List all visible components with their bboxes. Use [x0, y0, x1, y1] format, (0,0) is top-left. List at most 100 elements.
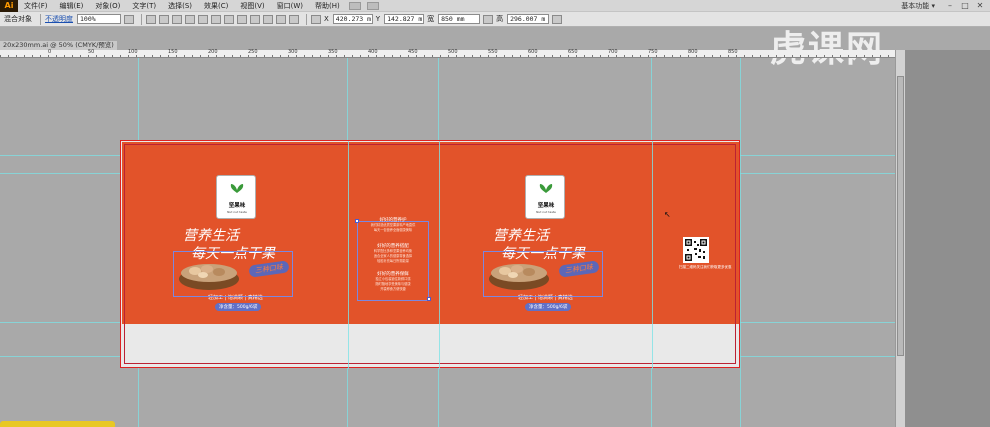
info-line: 轻松补充每日所需能量: [377, 259, 409, 263]
guide-vertical[interactable]: [740, 58, 741, 427]
ruler-label: 500: [448, 49, 458, 55]
bridge-icon[interactable]: [348, 1, 361, 10]
transform-icon[interactable]: [552, 14, 563, 24]
pasteboard-right: [905, 50, 990, 427]
brand-logo[interactable]: 坚果味 Nut nut taste: [525, 175, 565, 219]
scrollbar-thumb[interactable]: [897, 76, 904, 356]
net-weight-tag[interactable]: 净含量：500g/6袋: [525, 303, 572, 311]
ruler-label: 850: [728, 49, 738, 55]
menu-effect[interactable]: 效果(C): [198, 0, 234, 12]
info-block-3[interactable]: 好好的营养保鲜 独立小包装锁住新鲜口感 随时随地享受美味与健康 开袋即食方便快捷: [357, 267, 429, 292]
horizontal-ruler[interactable]: 0 50 100 150 200 250 300 350 400 450 500…: [0, 50, 895, 58]
align-center-icon[interactable]: [159, 14, 169, 24]
selection-type-label: 混合对象: [4, 15, 32, 23]
info-line: 开袋即食方便快捷: [380, 287, 406, 291]
menu-select[interactable]: 选择(S): [162, 0, 198, 12]
logo-subtitle: Nut nut taste: [227, 210, 247, 214]
close-button[interactable]: ✕: [974, 1, 986, 11]
fold-line: [439, 141, 440, 369]
recolor-icon[interactable]: [124, 14, 134, 24]
align-right-icon[interactable]: [172, 14, 182, 24]
selection-box: [483, 251, 603, 297]
divider: [40, 13, 41, 25]
maximize-button[interactable]: □: [959, 1, 971, 11]
status-bar-tab[interactable]: [0, 421, 115, 427]
ruler-label: 50: [88, 49, 95, 55]
align-left-icon[interactable]: [146, 14, 156, 24]
align-bottom-icon[interactable]: [211, 14, 221, 24]
brand-logo[interactable]: 坚果味 Nut nut taste: [216, 175, 256, 219]
fold-line: [652, 141, 653, 369]
ruler-label: 350: [328, 49, 338, 55]
arrange-documents-icon[interactable]: [366, 1, 379, 10]
ruler-label: 200: [208, 49, 218, 55]
selection-handle[interactable]: [427, 297, 431, 301]
arrow-cursor-icon: ↖: [664, 210, 671, 219]
workspace-switcher[interactable]: 基本功能 ▾: [901, 0, 935, 12]
menu-edit[interactable]: 编辑(E): [54, 0, 90, 12]
width-field[interactable]: 850 mm: [438, 14, 481, 24]
width-label: 宽: [427, 15, 435, 23]
align-top-icon[interactable]: [185, 14, 195, 24]
artboard[interactable]: 坚果味 Nut nut taste 营养生活 每天一点干果 三种口味 轻加工 |…: [120, 140, 740, 369]
menu-help[interactable]: 帮助(H): [309, 0, 346, 12]
app-logo: Ai: [0, 0, 18, 12]
distribute-middle-icon[interactable]: [237, 14, 247, 24]
slogan-line1[interactable]: 营养生活: [493, 225, 549, 245]
ruler-label: 400: [368, 49, 378, 55]
ruler-label: 300: [288, 49, 298, 55]
ruler-label: 800: [688, 49, 698, 55]
menu-bar: Ai 文件(F) 编辑(E) 对象(O) 文字(T) 选择(S) 效果(C) 视…: [0, 0, 990, 12]
fold-line: [348, 141, 349, 369]
qr-caption: 扫描二维码关注我们获取更多优惠: [679, 265, 732, 269]
menu-type[interactable]: 文字(T): [126, 0, 162, 12]
info-line: 每天一包营养全面健康美味: [373, 228, 413, 232]
info-block-1[interactable]: 好好的营养护 我们精选优质坚果原料产地直供 每天一包营养全面健康美味: [357, 213, 429, 233]
divider: [306, 13, 307, 25]
ruler-label: 650: [568, 49, 578, 55]
distribute-left-icon[interactable]: [263, 14, 273, 24]
ruler-label: 250: [248, 49, 258, 55]
ruler-label: 750: [648, 49, 658, 55]
x-label: X: [324, 15, 329, 23]
ruler-label: 150: [168, 49, 178, 55]
illustrator-window: Ai 文件(F) 编辑(E) 对象(O) 文字(T) 选择(S) 效果(C) 视…: [0, 0, 990, 427]
qr-code[interactable]: [683, 237, 709, 263]
net-weight-tag[interactable]: 净含量：500g/6袋: [215, 303, 262, 311]
ruler-label: 550: [488, 49, 498, 55]
distribute-bottom-icon[interactable]: [250, 14, 260, 24]
watermark: 虎课网: [770, 20, 884, 72]
ruler-label: 700: [608, 49, 618, 55]
height-field[interactable]: 296.007 m: [507, 14, 550, 24]
document-tab[interactable]: 20x230mm.ai @ 50% (CMYK/预览): [0, 41, 117, 50]
ruler-label: 600: [528, 49, 538, 55]
distribute-center-icon[interactable]: [276, 14, 286, 24]
y-field[interactable]: 142.827 m: [384, 14, 425, 24]
logo-name: 坚果味: [537, 203, 555, 209]
leaf-icon: [539, 184, 553, 193]
logo-name: 坚果味: [228, 203, 246, 209]
align-middle-icon[interactable]: [198, 14, 208, 24]
y-label: Y: [375, 15, 381, 23]
logo-subtitle: Nut nut taste: [536, 210, 556, 214]
vertical-scrollbar[interactable]: [895, 50, 905, 427]
ruler-label: 100: [128, 49, 138, 55]
menu-window[interactable]: 窗口(W): [271, 0, 309, 12]
distribute-right-icon[interactable]: [289, 14, 299, 24]
constrain-link-icon[interactable]: [483, 14, 494, 24]
qr-code-icon: [685, 239, 707, 261]
reference-point-icon[interactable]: [311, 14, 321, 24]
opacity-field[interactable]: 100%: [77, 14, 121, 24]
x-field[interactable]: 420.273 m: [332, 14, 373, 24]
slogan-line1[interactable]: 营养生活: [183, 225, 239, 245]
info-block-2[interactable]: 好好的营养搭配 科学配比多种坚果营养均衡 适合全家人的健康零食选择 轻松补充每日…: [357, 239, 429, 264]
divider: [141, 13, 142, 25]
distribute-top-icon[interactable]: [224, 14, 234, 24]
menu-object[interactable]: 对象(O): [89, 0, 126, 12]
minimize-button[interactable]: –: [944, 1, 956, 11]
menu-file[interactable]: 文件(F): [18, 0, 54, 12]
menu-view[interactable]: 视图(V): [234, 0, 270, 12]
selection-box: [173, 251, 293, 297]
leaf-icon: [230, 184, 244, 193]
opacity-link[interactable]: 不透明度: [45, 14, 73, 24]
